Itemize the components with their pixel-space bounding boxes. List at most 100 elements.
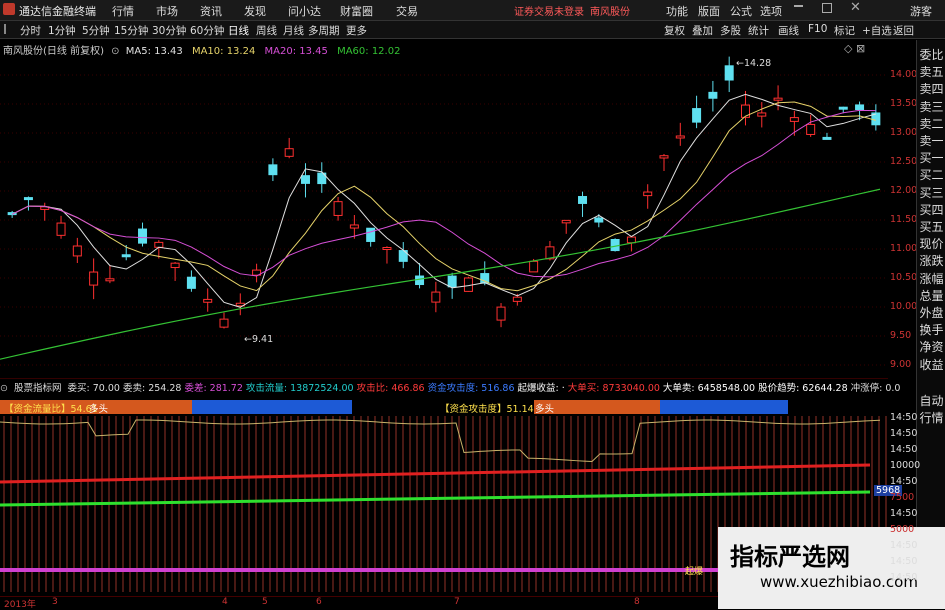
side-panel-item[interactable]: 买二 bbox=[917, 166, 945, 183]
btn-multi-stock[interactable]: 多股 bbox=[720, 23, 741, 38]
side-panel-item[interactable]: 买四 bbox=[917, 201, 945, 218]
tab-multi-period[interactable]: 多周期 bbox=[308, 23, 340, 38]
menu-function[interactable]: 功能 bbox=[666, 3, 688, 19]
side-panel-item[interactable]: 卖三 bbox=[917, 98, 945, 115]
side-panel-item[interactable]: 卖五 bbox=[917, 63, 945, 80]
low-label: 9.41 bbox=[251, 334, 274, 345]
tab-15min[interactable]: 15分钟 bbox=[114, 23, 148, 38]
candle-body bbox=[105, 278, 115, 282]
breakout-marker: 起爆 bbox=[685, 567, 704, 577]
stock-link[interactable]: 南风股份 bbox=[590, 3, 630, 18]
menu-formula[interactable]: 公式 bbox=[730, 3, 752, 19]
watermark-title: 指标严选网 bbox=[730, 543, 850, 571]
candle-body bbox=[512, 296, 522, 302]
side-panel-item[interactable]: 自动 bbox=[917, 392, 945, 409]
side-panel-item[interactable]: 净资 bbox=[917, 338, 945, 355]
tab-weekly[interactable]: 周线 bbox=[256, 23, 277, 38]
tab-1min[interactable]: 1分钟 bbox=[48, 23, 76, 38]
indicator-tick: 14:50 bbox=[890, 444, 918, 455]
tab-timeshare[interactable]: 分时 bbox=[20, 23, 41, 38]
ma5-label: MA5: 13.43 bbox=[125, 46, 183, 57]
menu-trade[interactable]: 交易 bbox=[396, 3, 418, 19]
guest-user[interactable]: 游客 bbox=[910, 3, 932, 19]
candle-body bbox=[724, 65, 734, 81]
btn-overlay[interactable]: 叠加 bbox=[692, 23, 713, 38]
btn-return[interactable]: 返回 bbox=[893, 23, 914, 38]
menu-wealth[interactable]: 财富圈 bbox=[340, 3, 373, 19]
tab-daily[interactable]: 日线 bbox=[228, 23, 249, 38]
menu-layout[interactable]: 版面 bbox=[698, 3, 720, 19]
side-panel-item[interactable]: 总量 bbox=[917, 287, 945, 304]
candle-body bbox=[773, 97, 783, 101]
close-icon[interactable]: ✕ bbox=[850, 0, 861, 15]
maximize-icon[interactable] bbox=[822, 3, 832, 13]
candle-body bbox=[789, 117, 799, 122]
candle-body bbox=[56, 222, 66, 236]
side-panel-item[interactable]: 外盘 bbox=[917, 304, 945, 321]
tab-60min[interactable]: 60分钟 bbox=[190, 23, 224, 38]
candle-body bbox=[610, 239, 620, 252]
candle-body bbox=[692, 108, 702, 123]
tab-more[interactable]: 更多 bbox=[346, 23, 367, 38]
btn-mark[interactable]: 标记 bbox=[834, 23, 855, 38]
menu-quotes[interactable]: 行情 bbox=[112, 3, 134, 19]
app-title: 通达信金融终端 bbox=[19, 5, 96, 18]
menu-options[interactable]: 选项 bbox=[760, 3, 782, 19]
side-panel-item[interactable]: 卖一 bbox=[917, 132, 945, 149]
price-tick: 10.00 bbox=[890, 301, 918, 312]
side-panel-item[interactable]: 委比 bbox=[917, 46, 945, 63]
candle-body bbox=[333, 201, 343, 216]
price-tick: 12.50 bbox=[890, 156, 918, 167]
ma10-label: MA10: 13.24 bbox=[191, 46, 256, 57]
login-notice[interactable]: 证券交易未登录 bbox=[514, 3, 584, 18]
side-panel-item[interactable]: 收益 bbox=[917, 356, 945, 373]
btn-statistics[interactable]: 统计 bbox=[748, 23, 769, 38]
candle-body bbox=[708, 91, 718, 99]
minimize-icon[interactable] bbox=[794, 5, 803, 7]
menu-discover[interactable]: 发现 bbox=[244, 3, 266, 19]
candle-body bbox=[23, 197, 33, 201]
candle-body bbox=[72, 245, 82, 257]
app-logo-icon bbox=[3, 3, 15, 15]
side-panel-item[interactable]: 卖二 bbox=[917, 115, 945, 132]
side-panel-item[interactable]: 卖四 bbox=[917, 80, 945, 97]
date-year: 2013年 bbox=[4, 600, 36, 610]
indicator-tick: 14:50 bbox=[890, 540, 918, 551]
indicator-field: 委买: 70.00 bbox=[67, 383, 120, 394]
btn-f10[interactable]: F10 bbox=[808, 23, 827, 35]
flow-line bbox=[0, 419, 881, 463]
date-month-4: 4 bbox=[222, 597, 228, 607]
side-panel-item[interactable]: 涨跌 bbox=[917, 252, 945, 269]
btn-adjust[interactable]: 复权 bbox=[664, 23, 685, 38]
candle-body bbox=[268, 164, 278, 176]
candlestick-chart[interactable] bbox=[0, 38, 888, 375]
side-panel-item[interactable]: 行情 bbox=[917, 409, 945, 426]
price-tick: 11.50 bbox=[890, 214, 918, 225]
indicator-name[interactable]: 股票指标网 bbox=[14, 383, 62, 394]
side-panel-item[interactable]: 涨幅 bbox=[917, 270, 945, 287]
btn-add-watchlist[interactable]: +自选 bbox=[862, 23, 892, 38]
side-panel-item[interactable]: 现价 bbox=[917, 235, 945, 252]
menu-news[interactable]: 资讯 bbox=[200, 3, 222, 19]
side-panel-item[interactable]: 买三 bbox=[917, 184, 945, 201]
indicator-settings-icon[interactable]: ⊙ bbox=[0, 383, 8, 394]
chart-options-icon[interactable]: ◇ ⊠ bbox=[844, 42, 865, 55]
high-marker: ←14.28 bbox=[736, 58, 772, 69]
back-icon[interactable] bbox=[4, 24, 14, 34]
side-panel-item[interactable]: 买一 bbox=[917, 149, 945, 166]
attack-degree-tag: 多头 bbox=[535, 404, 555, 415]
tab-monthly[interactable]: 月线 bbox=[283, 23, 304, 38]
btn-draw[interactable]: 画线 bbox=[778, 23, 799, 38]
side-panel-item[interactable]: 买五 bbox=[917, 218, 945, 235]
menu-xiaoda[interactable]: 问小达 bbox=[288, 3, 321, 19]
tab-5min[interactable]: 5分钟 bbox=[82, 23, 110, 38]
tab-30min[interactable]: 30分钟 bbox=[152, 23, 186, 38]
price-tick: 10.50 bbox=[890, 272, 918, 283]
candle-body bbox=[121, 254, 131, 258]
candle-body bbox=[89, 271, 99, 286]
side-panel-item[interactable]: 换手 bbox=[917, 321, 945, 338]
settings-icon[interactable]: ⊙ bbox=[111, 46, 119, 57]
ma60-label: MA60: 12.02 bbox=[337, 46, 401, 57]
menu-market[interactable]: 市场 bbox=[156, 3, 178, 19]
date-month-7: 7 bbox=[454, 597, 460, 607]
